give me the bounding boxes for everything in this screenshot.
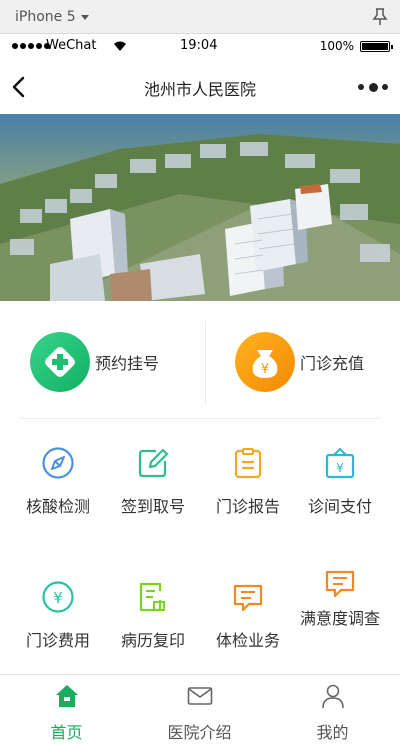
money-bag-icon: ¥: [235, 332, 295, 392]
service-satisfaction-survey[interactable]: 满意度调查: [290, 566, 390, 632]
tab-label: 医院介绍: [167, 723, 232, 742]
service-label: 签到取号: [120, 497, 185, 516]
service-label: 满意度调查: [300, 609, 381, 628]
navigation-bar: 池州市人民医院: [0, 60, 400, 114]
home-icon: [55, 685, 78, 707]
service-report[interactable]: 门诊报告: [198, 446, 298, 520]
battery-percent: 100%: [319, 39, 354, 53]
svg-text:¥: ¥: [261, 362, 269, 377]
signal-icon: [12, 43, 50, 49]
pin-icon[interactable]: [372, 8, 388, 26]
appointment-label: 预约挂号: [95, 354, 160, 373]
device-name: iPhone 5: [15, 9, 76, 25]
svg-text:¥: ¥: [53, 589, 63, 607]
divider: [205, 321, 206, 405]
yuan-circle-icon: ¥: [42, 581, 74, 613]
tab-label: 首页: [50, 723, 83, 742]
tab-home[interactable]: 首页: [0, 683, 133, 743]
clipboard-icon: [234, 448, 262, 479]
battery-icon: [360, 41, 393, 52]
recharge-label: 门诊充值: [300, 354, 365, 373]
service-fees[interactable]: ¥ 门诊费用: [8, 580, 108, 654]
envelope-icon: [187, 687, 212, 705]
service-physical-exam[interactable]: 体检业务: [198, 580, 298, 654]
carrier-name: WeChat: [46, 38, 97, 53]
page-title: 池州市人民医院: [143, 80, 256, 99]
service-payment[interactable]: ¥ 诊间支付: [290, 446, 390, 520]
service-label: 门诊报告: [215, 497, 280, 516]
service-label: 诊间支付: [307, 497, 372, 516]
recharge-button[interactable]: ¥ 门诊充值: [235, 331, 364, 393]
service-label: 病历复印: [120, 631, 185, 650]
payment-bag-icon: ¥: [325, 447, 355, 479]
chat-bubble-icon: [325, 570, 355, 598]
tab-mine[interactable]: 我的: [266, 683, 399, 743]
divider: [20, 418, 380, 419]
chevron-down-icon: [80, 14, 89, 20]
plus-diamond-icon: [30, 332, 90, 392]
status-time: 19:04: [180, 38, 218, 53]
edit-icon: [138, 448, 169, 478]
tab-bar: 首页 医院介绍 我的: [0, 674, 400, 744]
tab-label: 我的: [316, 723, 349, 742]
simulator-bar: iPhone 5: [0, 0, 400, 34]
user-icon: [321, 684, 344, 709]
wifi-icon: [114, 41, 126, 51]
service-label: 核酸检测: [25, 497, 90, 516]
appointment-button[interactable]: 预约挂号: [30, 331, 159, 393]
document-icon: [139, 582, 165, 612]
quick-actions: 预约挂号 ¥ 门诊充值: [0, 301, 400, 419]
chat-bubble-icon: [233, 584, 263, 612]
service-label: 体检业务: [215, 631, 280, 650]
tab-hospital-intro[interactable]: 医院介绍: [133, 683, 266, 743]
device-selector[interactable]: iPhone 5: [15, 9, 89, 25]
hospital-banner-image: [0, 114, 400, 301]
status-bar: WeChat 19:04 100%: [0, 34, 400, 60]
service-checkin[interactable]: 签到取号: [103, 446, 203, 520]
service-records-copy[interactable]: 病历复印: [103, 580, 203, 654]
service-nucleic-test[interactable]: 核酸检测: [8, 446, 108, 520]
more-menu-button[interactable]: [358, 80, 388, 94]
service-label: 门诊费用: [25, 631, 90, 650]
svg-text:¥: ¥: [336, 461, 344, 475]
compass-icon: [42, 447, 74, 479]
